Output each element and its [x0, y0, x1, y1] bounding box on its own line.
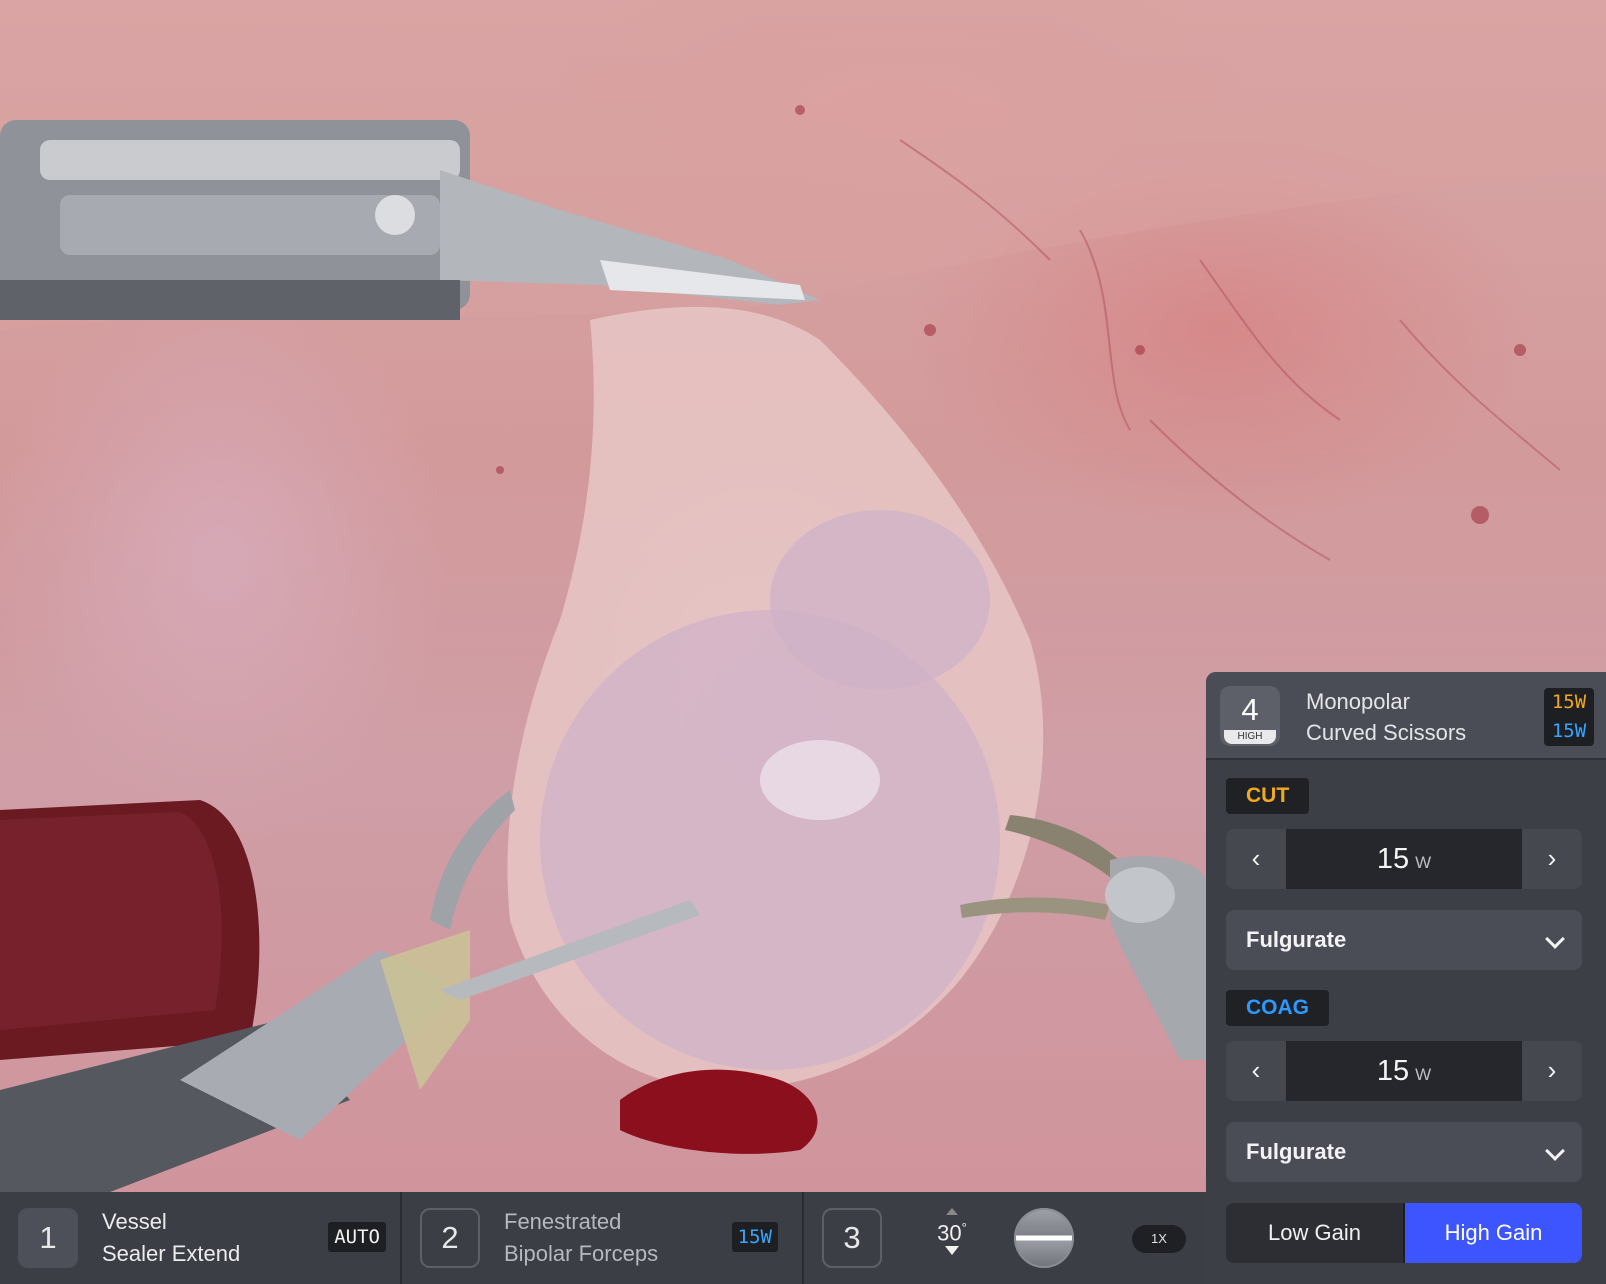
- cut-increase-button[interactable]: ›: [1522, 829, 1582, 889]
- scope-angle-indicator[interactable]: 30°: [932, 1208, 972, 1256]
- cut-power-value: 15 W: [1286, 829, 1522, 889]
- coag-power-unit: W: [1415, 1065, 1432, 1084]
- scope-angle-unit: °: [961, 1220, 967, 1235]
- cut-mode-value: Fulgurate: [1246, 927, 1347, 952]
- horizon-indicator-icon: [1014, 1208, 1074, 1268]
- instrument-name: Vessel Sealer Extend: [102, 1206, 302, 1270]
- instrument-name-line1: Vessel: [102, 1209, 167, 1234]
- chevron-right-icon: ›: [1547, 843, 1557, 873]
- instrument-name-line1: Monopolar: [1306, 689, 1410, 714]
- cut-power-stepper: ‹ 15 W ›: [1226, 829, 1582, 889]
- cut-mode-dropdown[interactable]: Fulgurate: [1226, 910, 1582, 970]
- low-gain-button[interactable]: Low Gain: [1226, 1203, 1405, 1263]
- scope-angle-value: 30: [937, 1220, 962, 1246]
- energy-settings-panel: 4 HIGH Monopolar Curved Scissors 15W 15W…: [1206, 672, 1606, 1284]
- coag-power-stepper: ‹ 15 W ›: [1226, 1041, 1582, 1101]
- coag-power-value: 15 W: [1286, 1041, 1522, 1101]
- angle-up-icon: [946, 1208, 958, 1215]
- instrument-slot-3[interactable]: 3 30° 1X: [804, 1192, 1206, 1284]
- instrument-4-badge[interactable]: 4 HIGH: [1220, 686, 1280, 746]
- instrument-number: 3: [822, 1208, 882, 1268]
- chevron-down-icon: [1545, 929, 1565, 949]
- level-label: HIGH: [1224, 730, 1276, 744]
- high-gain-button[interactable]: High Gain: [1405, 1203, 1582, 1263]
- coag-mode-value: Fulgurate: [1246, 1139, 1347, 1164]
- cut-power-unit: W: [1415, 853, 1432, 872]
- cut-decrease-button[interactable]: ‹: [1226, 829, 1286, 889]
- cut-power-readout: 15W: [1551, 691, 1587, 713]
- instrument-name-line2: Curved Scissors: [1306, 720, 1467, 745]
- coag-decrease-button[interactable]: ‹: [1226, 1041, 1286, 1101]
- instrument-slot-1[interactable]: 1 Vessel Sealer Extend AUTO: [0, 1192, 400, 1284]
- chevron-left-icon: ‹: [1251, 843, 1261, 873]
- energy-mode-badge: AUTO: [328, 1222, 386, 1252]
- instrument-name-line1: Fenestrated: [504, 1209, 622, 1234]
- coag-label: COAG: [1226, 990, 1329, 1026]
- cut-power-number: 15: [1376, 843, 1410, 875]
- instrument-name-line2: Bipolar Forceps: [504, 1241, 659, 1266]
- coag-increase-button[interactable]: ›: [1522, 1041, 1582, 1101]
- instrument-name-line2: Sealer Extend: [102, 1241, 241, 1266]
- chevron-down-icon: [1545, 1141, 1565, 1161]
- coag-mode-dropdown[interactable]: Fulgurate: [1226, 1122, 1582, 1182]
- instrument-number: 4: [1241, 692, 1259, 727]
- instrument-bar: 1 Vessel Sealer Extend AUTO 2 Fenestrate…: [0, 1192, 1206, 1284]
- coag-power-readout: 15W: [1551, 720, 1587, 742]
- instrument-number: 1: [18, 1208, 78, 1268]
- zoom-level[interactable]: 1X: [1132, 1225, 1186, 1253]
- chevron-left-icon: ‹: [1251, 1055, 1261, 1085]
- power-badge: 15W: [731, 1222, 778, 1252]
- gain-toggle: Low Gain High Gain: [1226, 1203, 1582, 1263]
- instrument-slot-2[interactable]: 2 Fenestrated Bipolar Forceps 15W: [402, 1192, 802, 1284]
- power-summary: 15W 15W: [1544, 688, 1594, 746]
- cut-label: CUT: [1226, 778, 1310, 814]
- chevron-right-icon: ›: [1547, 1055, 1557, 1085]
- angle-down-icon: [945, 1246, 959, 1256]
- coag-power-number: 15: [1376, 1055, 1410, 1087]
- instrument-name: Fenestrated Bipolar Forceps: [504, 1206, 704, 1270]
- instrument-number: 2: [420, 1208, 480, 1268]
- panel-header: 4 HIGH Monopolar Curved Scissors 15W 15W: [1206, 672, 1606, 760]
- instrument-name: Monopolar Curved Scissors: [1306, 686, 1466, 748]
